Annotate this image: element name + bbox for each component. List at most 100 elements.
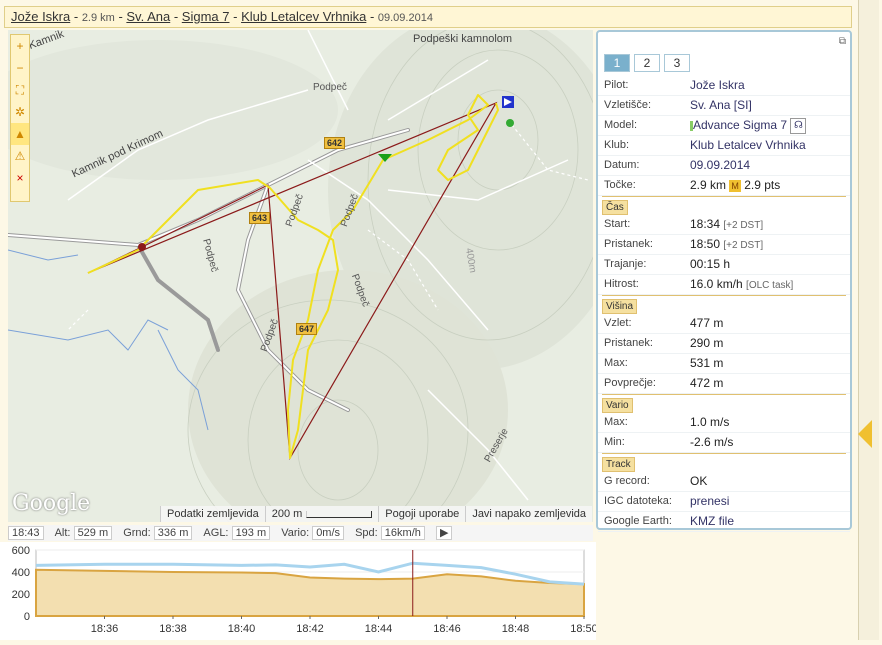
section-vario: Vario (598, 397, 850, 413)
club-link[interactable]: Klub Letalcev Vrhnika (241, 9, 366, 24)
play-button-icon[interactable]: ▶ (435, 526, 453, 541)
speed-value: 16.0 km/h [OLC task] (690, 275, 850, 294)
agl-readout: 193 m (231, 526, 271, 541)
info-row-landing: Pristanek: 18:50 [+2 DST] (598, 235, 850, 255)
x-tick-label: 18:38 (159, 623, 187, 635)
section-time: Čas (598, 199, 850, 215)
duration-value: 00:15 h (690, 257, 731, 271)
flight-stats-bar: 18:43 Alt: 529 m Grnd: 336 m AGL: 193 m … (8, 525, 593, 541)
report-map-error-link[interactable]: Javi napako zemljevida (465, 506, 592, 522)
glider-type-icon: ☊ (790, 117, 807, 134)
title-sep: - (229, 9, 242, 24)
section-track: Track (598, 456, 850, 472)
row-label: Vzletišče: (604, 99, 652, 111)
info-row-grecord: G record: OK (598, 472, 850, 492)
spd-label: Spd: (355, 527, 378, 539)
landing-value: 18:50 [+2 DST] (690, 235, 850, 254)
igc-download-link[interactable]: prenesi (690, 492, 850, 511)
x-tick-label: 18:36 (91, 623, 119, 635)
vario-readout: 0m/s (312, 526, 345, 541)
row-label: Datum: (604, 159, 640, 171)
points-value: 2.9 km M 2.9 pts (690, 176, 850, 195)
layers-icon[interactable]: ✲ (11, 101, 29, 123)
section-divider (602, 196, 846, 197)
row-label: Točke: (604, 179, 636, 191)
close-icon[interactable]: × (11, 167, 29, 189)
row-label: Google Earth: (604, 515, 672, 527)
row-label: Pristanek: (604, 337, 653, 349)
kmz-download-link[interactable]: KMZ file (690, 512, 850, 531)
row-label: Vzlet: (604, 317, 632, 329)
x-tick-label: 18:44 (365, 623, 393, 635)
x-tick-label: 18:42 (296, 623, 324, 635)
takeoff-link[interactable]: Sv. Ana [SI] (690, 96, 850, 115)
x-tick-label: 18:40 (228, 623, 256, 635)
warning-icon[interactable]: ⚠ (11, 145, 29, 167)
club-link[interactable]: Klub Letalcev Vrhnika (690, 136, 850, 155)
x-tick-label: 18:46 (433, 623, 461, 635)
value-note: [+2 DST] (723, 220, 764, 231)
info-row-speed: Hitrost: 16.0 km/h [OLC task] (598, 275, 850, 295)
info-rows: Pilot: Jože Iskra Vzletišče: Sv. Ana [SI] … (598, 76, 850, 532)
agl-label: AGL: (203, 527, 229, 539)
info-row-h-landing: Pristanek: 290 m (598, 334, 850, 354)
info-row-pilot: Pilot: Jože Iskra (598, 76, 850, 96)
page-scrollbar[interactable] (858, 0, 879, 640)
x-tick-label: 18:50 (570, 623, 596, 635)
expand-arrow-icon[interactable] (858, 420, 872, 448)
section-divider (602, 295, 846, 296)
site-link[interactable]: Sv. Ana (126, 9, 170, 24)
minus-icon[interactable]: − (11, 57, 29, 79)
plus-icon[interactable]: + (11, 35, 29, 57)
y-tick-label: 0 (24, 611, 30, 623)
title-sep: - (114, 9, 127, 24)
map-data-link[interactable]: Podatki zemljevida (160, 506, 265, 522)
date-link[interactable]: 09.09.2014 (690, 156, 850, 175)
olc-icon: M (729, 180, 741, 192)
info-row-v-min: Min: -2.6 m/s (598, 433, 850, 453)
info-row-date: Datum: 09.09.2014 (598, 156, 850, 176)
info-row-duration: Trajanje: 00:15 h (598, 255, 850, 275)
terms-link[interactable]: Pogoji uporabe (378, 506, 465, 522)
tab-3[interactable]: 3 (664, 54, 690, 72)
model-link[interactable]: Advance Sigma 7 ☊ (690, 116, 850, 135)
section-divider (602, 453, 846, 454)
h-avg-value: 472 m (690, 376, 724, 390)
value-text: 18:50 (690, 237, 721, 251)
glider-link[interactable]: Sigma 7 (182, 9, 230, 24)
row-label: Max: (604, 357, 628, 369)
map-view[interactable]: Kamnik Podpeški kamnolom Kamnik pod Krim… (8, 30, 593, 522)
altitude-chart[interactable]: 600 400 200 0 18:36 18:38 18:40 18:42 18:44 18:46… (0, 542, 598, 640)
section-height: Višina (598, 298, 850, 314)
grnd-readout: 336 m (153, 526, 193, 541)
title-sep: - (70, 9, 82, 24)
section-label: Višina (602, 299, 638, 314)
fit-icon[interactable]: ⛶ (11, 79, 29, 101)
row-label: Start: (604, 218, 631, 230)
info-row-start: Start: 18:34 [+2 DST] (598, 215, 850, 235)
section-divider (602, 394, 846, 395)
flight-info-panel: ⧉ 1 2 3 Pilot: Jože Iskra Vzletišče: Sv. A… (596, 30, 852, 532)
title-date: 09.09.2014 (377, 12, 433, 24)
tab-2[interactable]: 2 (634, 54, 660, 72)
takeoff-point-icon[interactable] (506, 119, 514, 127)
time-readout: 18:43 (8, 526, 44, 541)
tab-1[interactable]: 1 (604, 54, 630, 72)
section-label: Čas (602, 200, 628, 215)
landing-marker-icon[interactable] (138, 243, 146, 251)
pilot-link[interactable]: Jože Iskra (690, 76, 850, 95)
road-number-badge: 647 (296, 323, 318, 335)
paraglider-icon[interactable]: ▲ (11, 123, 29, 145)
model-value: Advance Sigma 7 (693, 118, 788, 132)
altitude-chart-svg: 600 400 200 0 18:36 18:38 18:40 18:42 18:44 18:46… (12, 545, 598, 635)
row-label: Povprečje: (604, 377, 656, 389)
row-label: Min: (604, 436, 625, 448)
row-label: IGC datoteka: (604, 495, 672, 507)
v-max-value: 1.0 m/s (690, 415, 730, 429)
section-label: Vario (602, 398, 633, 413)
row-label: Pristanek: (604, 238, 653, 250)
info-row-points: Točke: 2.9 km M 2.9 pts (598, 176, 850, 196)
maximize-icon[interactable]: ⧉ (839, 36, 846, 47)
pilot-link[interactable]: Jože Iskra (11, 9, 70, 24)
grnd-label: Grnd: (123, 527, 151, 539)
